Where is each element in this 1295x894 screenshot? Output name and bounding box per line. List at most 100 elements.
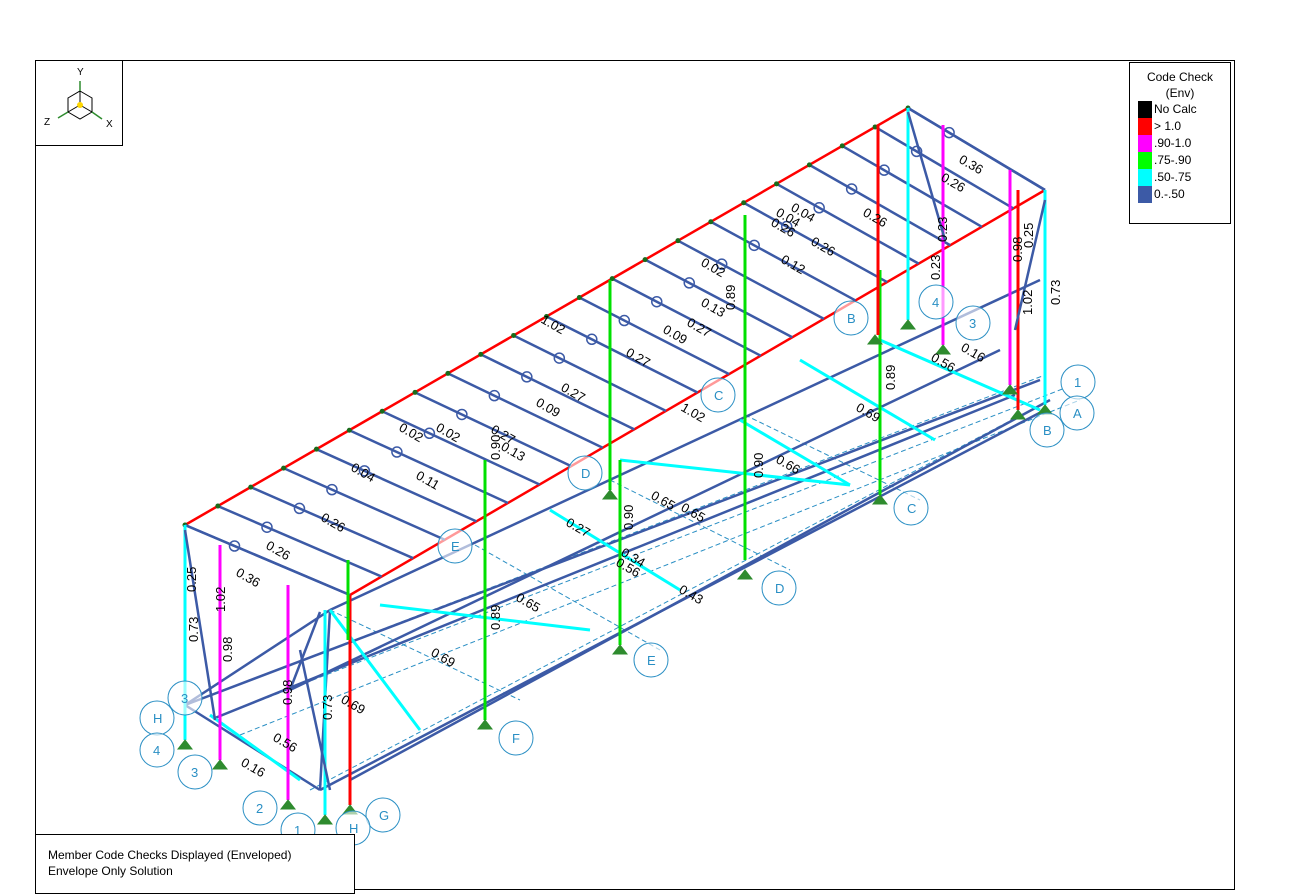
node-dot [248, 484, 254, 490]
axis-triad-icon: Y X Z [44, 67, 113, 130]
member-value-label: 0.65 [514, 590, 543, 616]
member-value-label: 0.98 [1010, 237, 1025, 262]
status-line-1: Member Code Checks Displayed (Enveloped) [48, 848, 292, 862]
node-dot [511, 332, 517, 338]
grid-bubble-label: D [581, 466, 590, 481]
grid-bubble-label: C [907, 501, 916, 516]
grid-bubble-label: F [512, 731, 520, 746]
member-value-label: 0.16 [959, 340, 988, 366]
member-value-label: 1.02 [1020, 290, 1035, 315]
member-value-label: 0.73 [186, 617, 201, 642]
grid-bubble-label: 3 [191, 765, 198, 780]
member-value-label: 0.98 [220, 637, 235, 662]
roof-purlin [611, 277, 762, 357]
frame-model-diagram[interactable]: 1ABCDEFGHH4321B43CDE30.360.260.250.731.0… [0, 0, 1295, 886]
member-value-label: 0.16 [239, 755, 268, 781]
grid-bubble-label: E [451, 539, 460, 554]
status-box: Member Code Checks Displayed (Enveloped)… [35, 834, 355, 894]
support-icon [899, 319, 917, 330]
grid-bubble-label: G [379, 808, 389, 823]
support-icon [611, 644, 629, 655]
node-dot [774, 181, 780, 187]
grid-bubble-label: 2 [256, 801, 263, 816]
node-dot [675, 238, 681, 244]
grid-bubble-label: 1 [1074, 375, 1081, 390]
legend-item-label: .75-.90 [1154, 153, 1192, 167]
legend-item-label: > 1.0 [1154, 119, 1182, 133]
support-icon [736, 569, 754, 580]
member-value-label: 0.65 [649, 488, 678, 514]
node-dot [478, 351, 484, 357]
member-value-label: 0.69 [429, 645, 458, 671]
support-icon [476, 719, 494, 730]
member-value-label: 0.43 [677, 582, 706, 608]
grid-bubble-label: D [775, 581, 784, 596]
legend-item-label: No Calc [1154, 102, 1197, 116]
node-dot [806, 162, 812, 168]
node-dot [741, 200, 747, 206]
member-value-label: 0.27 [624, 345, 653, 371]
support-icon [279, 799, 297, 810]
status-line-2: Envelope Only Solution [48, 864, 173, 878]
member-value-label: 0.26 [809, 234, 838, 260]
node-dot [445, 370, 451, 376]
member-value-label: 0.69 [339, 692, 368, 718]
node-dot [839, 143, 845, 149]
support-icon [316, 814, 334, 825]
legend-swatch [1138, 135, 1152, 152]
floor-cross-member [799, 358, 936, 442]
grid-bubble-label: 3 [969, 316, 976, 331]
member-value-label: 1.02 [213, 587, 228, 612]
member-value-label: 0.27 [685, 315, 714, 341]
grid-bubble-label: A [1073, 406, 1082, 421]
node-dot [379, 408, 385, 414]
node-dot [281, 465, 287, 471]
node-dot [576, 295, 582, 301]
member-value-label: 0.89 [488, 605, 503, 630]
axis-y-label: Y [77, 67, 84, 78]
legend-title: Code Check [1146, 70, 1214, 84]
member-value-label: 0.04 [349, 460, 378, 486]
member-value-label: 0.90 [751, 453, 766, 478]
member-value-label: 0.36 [234, 565, 263, 591]
roof-purlin [447, 372, 604, 449]
node-dot [708, 219, 714, 225]
legend-item-label: .50-.75 [1154, 170, 1192, 184]
legend-item-75-90: .75-.90 [1130, 152, 1230, 169]
axis-z-label: Z [44, 117, 50, 128]
member-value-label: 0.36 [957, 152, 986, 178]
grid-bubble-label: 4 [932, 295, 939, 310]
legend-subtitle: (Env) [1165, 86, 1195, 100]
member-value-label: 0.27 [564, 515, 593, 541]
member-value-label: 0.73 [1048, 280, 1063, 305]
grid-bubble-label: B [847, 311, 856, 326]
support-icon [176, 739, 194, 750]
member-value-label: 1.02 [539, 312, 568, 338]
legend-item-over-1: > 1.0 [1130, 118, 1230, 135]
member-value-label: 0.25 [184, 567, 199, 592]
grid-bubble-label: C [714, 388, 723, 403]
legend-item-label: 0.-.50 [1154, 187, 1185, 201]
roof-purlin [315, 448, 477, 523]
support-icon [601, 489, 619, 500]
legend-swatch [1138, 118, 1152, 135]
grid-bubble-label: B [1043, 423, 1052, 438]
floor-beam [184, 378, 1041, 707]
support-icon [211, 759, 229, 770]
node-dot [313, 446, 319, 452]
legend-item-0-50: 0.-.50 [1130, 186, 1230, 203]
grid-bubble-label: E [647, 653, 656, 668]
member-value-label: 0.27 [559, 380, 588, 406]
member-value-label: 0.26 [319, 510, 348, 536]
legend-item-no-calc: No Calc [1130, 101, 1230, 118]
legend-item-50-75: .50-.75 [1130, 169, 1230, 186]
member-value-label: 0.23 [935, 217, 950, 242]
legend-item-90-100: .90-1.0 [1130, 135, 1230, 152]
grid-bubble-label: H [153, 711, 162, 726]
legend-swatch [1138, 169, 1152, 186]
legend-swatch [1138, 152, 1152, 169]
roof-end-member [907, 106, 1046, 192]
node-dot [215, 503, 221, 509]
member-value-label: 0.02 [699, 255, 728, 281]
member-value-label: 0.02 [397, 420, 426, 446]
